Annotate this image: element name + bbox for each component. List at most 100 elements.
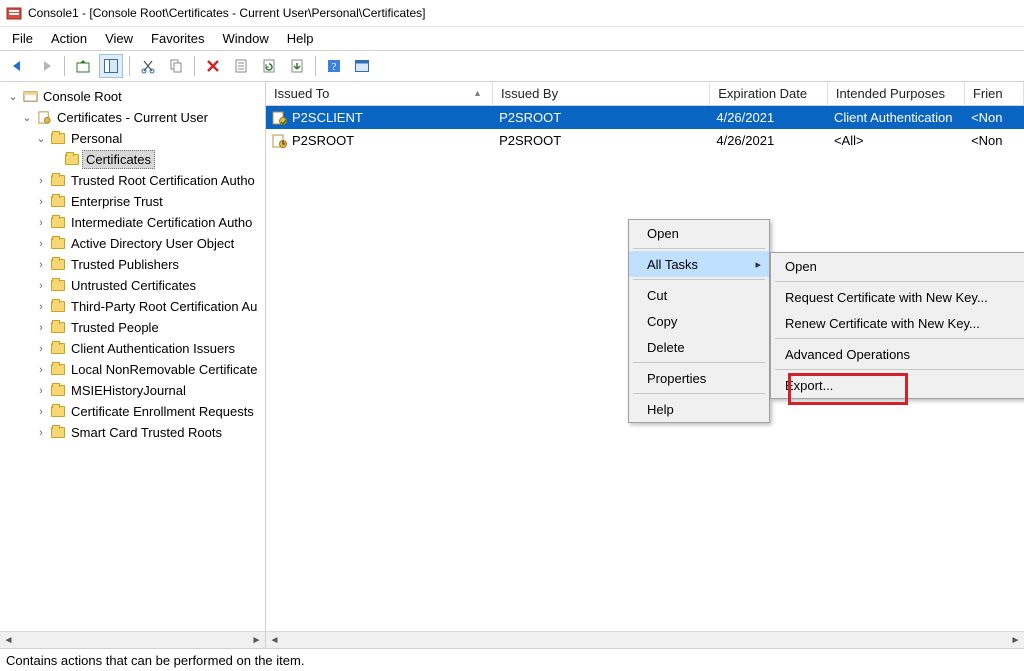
sub-export[interactable]: Export... xyxy=(771,372,1024,398)
ctx-delete[interactable]: Delete xyxy=(629,334,769,360)
back-button[interactable] xyxy=(6,54,30,78)
chevron-right-icon: › xyxy=(34,238,48,250)
chevron-right-icon: › xyxy=(34,280,48,292)
sub-request-new-key[interactable]: Request Certificate with New Key... xyxy=(771,284,1024,310)
delete-button[interactable] xyxy=(201,54,225,78)
col-purposes[interactable]: Intended Purposes xyxy=(828,82,965,105)
menu-help[interactable]: Help xyxy=(287,31,314,46)
chevron-right-icon: › xyxy=(34,406,48,418)
chevron-right-icon: › xyxy=(34,427,48,439)
menu-favorites[interactable]: Favorites xyxy=(151,31,204,46)
tree-folder[interactable]: ›Trusted Root Certification Autho xyxy=(0,170,265,191)
tree-console-root[interactable]: ⌄ Console Root xyxy=(0,86,265,107)
window-title: Console1 - [Console Root\Certificates - … xyxy=(28,6,426,20)
tree-hscroll[interactable]: ◄ ► xyxy=(0,631,265,648)
folder-icon xyxy=(50,383,66,399)
sub-renew-new-key[interactable]: Renew Certificate with New Key... xyxy=(771,310,1024,336)
col-issued-by[interactable]: Issued By xyxy=(493,82,710,105)
forward-button[interactable] xyxy=(34,54,58,78)
sort-asc-icon: ▴ xyxy=(475,88,480,99)
sub-advanced-operations[interactable]: Advanced Operations▸ xyxy=(771,341,1024,367)
col-friendly[interactable]: Frien xyxy=(965,82,1024,105)
table-row[interactable]: P2SROOTP2SROOT4/26/2021<All><Non xyxy=(266,129,1024,152)
scroll-right-icon[interactable]: ► xyxy=(1007,633,1024,648)
col-issued-to[interactable]: Issued To▴ xyxy=(266,82,493,105)
menu-window[interactable]: Window xyxy=(223,31,269,46)
grid-pane: Issued To▴ Issued By Expiration Date Int… xyxy=(266,82,1024,648)
folder-icon xyxy=(50,215,66,231)
new-window-button[interactable] xyxy=(350,54,374,78)
context-menu: Open All Tasks▸ Cut Copy Delete Properti… xyxy=(628,219,770,423)
tree-folder[interactable]: ›Smart Card Trusted Roots xyxy=(0,422,265,443)
col-expiration[interactable]: Expiration Date xyxy=(710,82,828,105)
export-list-button[interactable] xyxy=(285,54,309,78)
ctx-open[interactable]: Open xyxy=(629,220,769,246)
scroll-left-icon[interactable]: ◄ xyxy=(266,633,283,648)
properties-button[interactable] xyxy=(229,54,253,78)
content-area: ⌄ Console Root ⌄ Certificates - Current … xyxy=(0,82,1024,649)
grid-hscroll[interactable]: ◄ ► xyxy=(266,631,1024,648)
chevron-right-icon: › xyxy=(34,196,48,208)
tree-certificates-leaf[interactable]: Certificates xyxy=(0,149,265,170)
tree-folder[interactable]: ›Client Authentication Issuers xyxy=(0,338,265,359)
chevron-right-icon: › xyxy=(34,217,48,229)
toolbar: ? xyxy=(0,50,1024,82)
chevron-right-icon: › xyxy=(34,385,48,397)
menubar: File Action View Favorites Window Help xyxy=(0,26,1024,50)
ctx-properties[interactable]: Properties xyxy=(629,365,769,391)
chevron-right-icon: › xyxy=(34,175,48,187)
tree-folder[interactable]: ›Intermediate Certification Autho xyxy=(0,212,265,233)
ctx-help[interactable]: Help xyxy=(629,396,769,422)
ctx-cut[interactable]: Cut xyxy=(629,282,769,308)
tree-folder[interactable]: ›Certificate Enrollment Requests xyxy=(0,401,265,422)
tree-folder[interactable]: ›Third-Party Root Certification Au xyxy=(0,296,265,317)
tree-folder[interactable]: ›MSIEHistoryJournal xyxy=(0,380,265,401)
cut-button[interactable] xyxy=(136,54,160,78)
submenu-arrow-icon: ▸ xyxy=(755,258,761,271)
tree-folder[interactable]: ›Trusted Publishers xyxy=(0,254,265,275)
folder-icon xyxy=(50,362,66,378)
status-text: Contains actions that can be performed o… xyxy=(6,653,304,668)
sub-open[interactable]: Open xyxy=(771,253,1024,279)
chevron-right-icon: › xyxy=(34,301,48,313)
chevron-down-icon: ⌄ xyxy=(6,90,20,103)
tree-folder[interactable]: ›Trusted People xyxy=(0,317,265,338)
certificate-store-icon xyxy=(36,110,52,126)
chevron-right-icon: › xyxy=(34,343,48,355)
context-submenu-all-tasks: Open Request Certificate with New Key...… xyxy=(770,252,1024,399)
folder-icon xyxy=(50,299,66,315)
tree-folder[interactable]: ›Local NonRemovable Certificate xyxy=(0,359,265,380)
tree-folder[interactable]: ›Enterprise Trust xyxy=(0,191,265,212)
menu-action[interactable]: Action xyxy=(51,31,87,46)
tree-folder[interactable]: ›Active Directory User Object xyxy=(0,233,265,254)
menu-view[interactable]: View xyxy=(105,31,133,46)
up-button[interactable] xyxy=(71,54,95,78)
tree-personal[interactable]: ⌄ Personal xyxy=(0,128,265,149)
folder-icon xyxy=(50,236,66,252)
chevron-down-icon: ⌄ xyxy=(20,111,34,124)
copy-button[interactable] xyxy=(164,54,188,78)
menu-file[interactable]: File xyxy=(12,31,33,46)
ctx-copy[interactable]: Copy xyxy=(629,308,769,334)
tree-folder[interactable]: ›Untrusted Certificates xyxy=(0,275,265,296)
folder-icon xyxy=(50,173,66,189)
svg-text:?: ? xyxy=(332,61,337,73)
folder-icon xyxy=(50,278,66,294)
show-tree-button[interactable] xyxy=(99,54,123,78)
scroll-right-icon[interactable]: ► xyxy=(248,633,265,648)
tree-certificates-current-user[interactable]: ⌄ Certificates - Current User xyxy=(0,107,265,128)
chevron-down-icon: ⌄ xyxy=(34,132,48,145)
ctx-all-tasks[interactable]: All Tasks▸ xyxy=(629,251,769,277)
help-button[interactable]: ? xyxy=(322,54,346,78)
chevron-right-icon: › xyxy=(34,364,48,376)
scroll-left-icon[interactable]: ◄ xyxy=(0,633,17,648)
folder-icon xyxy=(50,341,66,357)
folder-icon xyxy=(50,131,66,147)
console-icon xyxy=(22,89,38,105)
table-row[interactable]: P2SCLIENTP2SROOT4/26/2021Client Authenti… xyxy=(266,106,1024,129)
app-icon xyxy=(6,5,22,21)
titlebar: Console1 - [Console Root\Certificates - … xyxy=(0,0,1024,26)
folder-icon xyxy=(50,257,66,273)
refresh-button[interactable] xyxy=(257,54,281,78)
certificate-icon xyxy=(272,110,288,126)
